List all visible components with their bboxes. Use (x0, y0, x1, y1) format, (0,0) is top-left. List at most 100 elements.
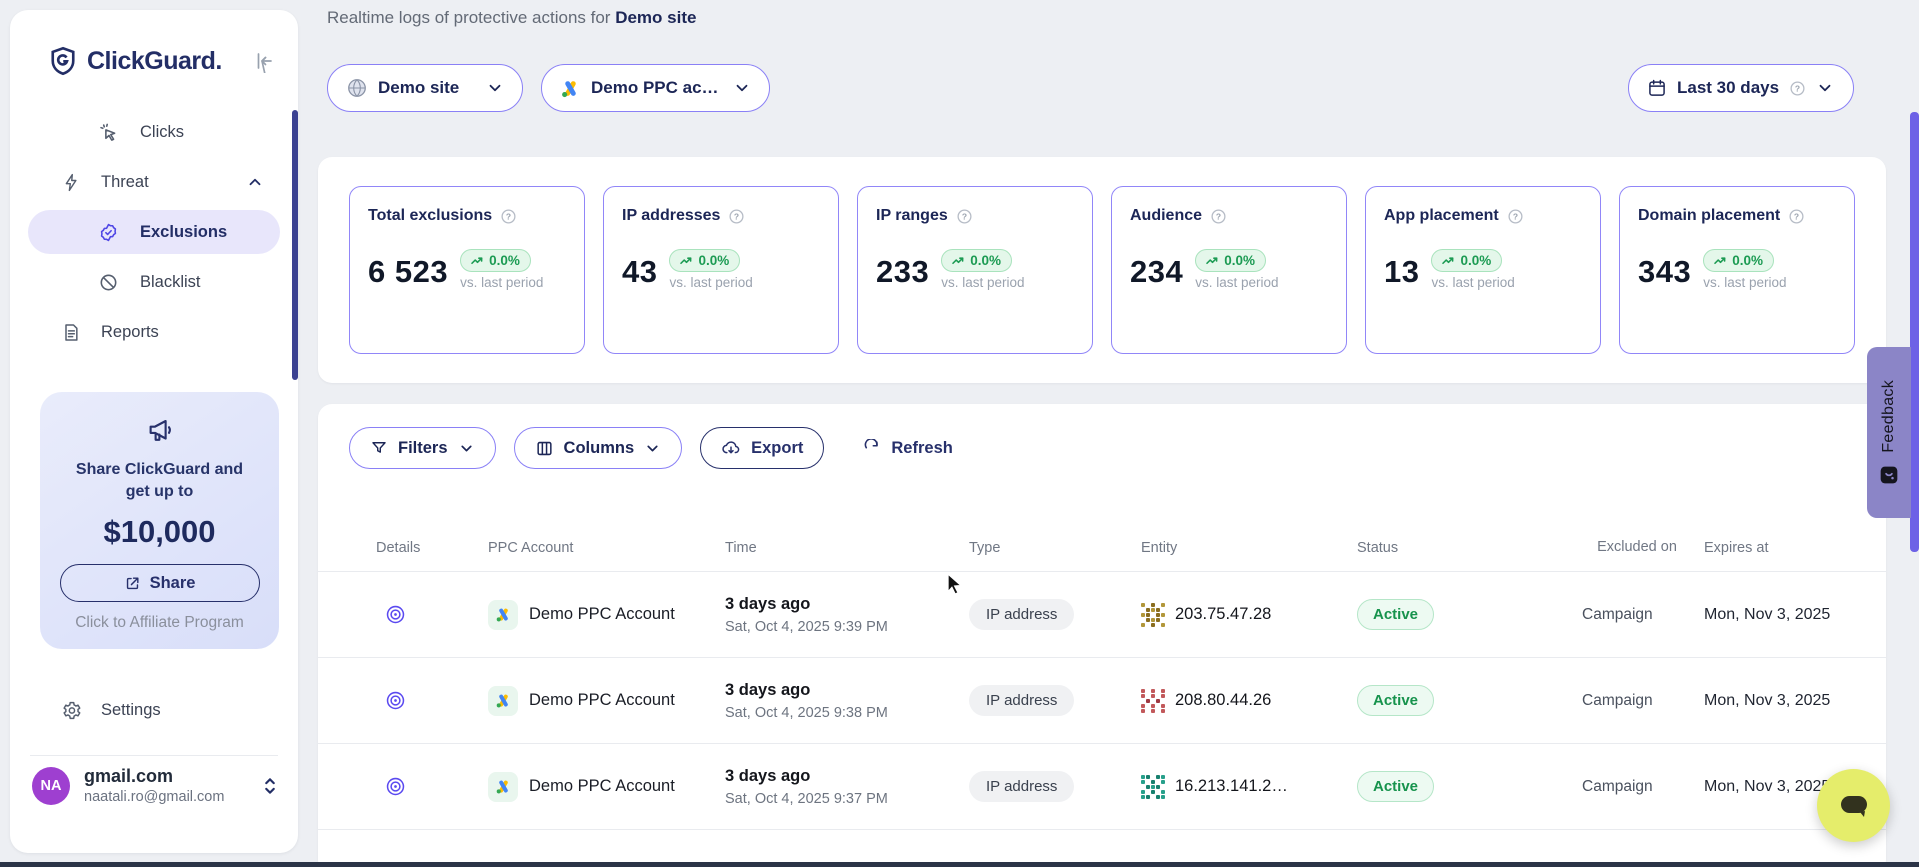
refresh-icon (862, 439, 881, 458)
entity-identicon (1141, 775, 1165, 799)
trend-up-icon (952, 255, 965, 266)
site-selector[interactable]: Demo site (327, 64, 523, 112)
sidebar-nav: Clicks Threat Exclusions Blacklist (10, 107, 298, 357)
help-icon[interactable]: ? (1210, 208, 1227, 225)
table-toolbar: Filters Columns Export Refresh (318, 404, 1886, 469)
sidebar-item-reports[interactable]: Reports (10, 307, 298, 357)
brand-name: ClickGuard. (87, 47, 252, 76)
promo-amount: $10,000 (40, 514, 279, 550)
calendar-icon (1647, 78, 1667, 98)
trend-badge: 0.0% (669, 249, 740, 272)
google-ads-icon (488, 686, 518, 716)
affiliate-promo-card: Share ClickGuard andget up to $10,000 Sh… (40, 392, 279, 649)
badge-check-icon (97, 222, 119, 243)
filters-button-label: Filters (398, 439, 448, 458)
stat-title: Audience (1130, 207, 1202, 225)
stat-card-total-exclusions: Total exclusions? 6 523 0.0% vs. last pe… (349, 186, 585, 354)
time-relative: 3 days ago (725, 681, 969, 700)
share-button[interactable]: Share (60, 564, 260, 602)
table-header-row: Details PPC Account Time Type Entity Sta… (318, 525, 1886, 571)
columns-button[interactable]: Columns (514, 427, 683, 469)
sidebar-item-label: Reports (101, 323, 159, 342)
table-row: Demo PPC Account 3 days ago Sat, Oct 4, 2… (318, 743, 1886, 829)
time-relative: 3 days ago (725, 595, 969, 614)
share-button-label: Share (150, 574, 196, 593)
sidebar-item-clicks[interactable]: Clicks (10, 107, 298, 157)
chat-launcher-button[interactable] (1817, 769, 1890, 842)
sidebar-item-blacklist[interactable]: Blacklist (10, 257, 298, 307)
sidebar-scrollbar[interactable] (292, 110, 298, 380)
site-selector-label: Demo site (378, 78, 459, 98)
chevron-up-icon[interactable] (246, 173, 264, 191)
column-header-entity: Entity (1141, 540, 1357, 556)
sidebar-collapse-icon[interactable] (252, 49, 276, 73)
export-button-label: Export (751, 439, 803, 458)
time-full: Sat, Oct 4, 2025 9:39 PM (725, 619, 969, 635)
sidebar-item-settings[interactable]: Settings (10, 685, 298, 735)
view-details-icon[interactable] (384, 689, 408, 712)
column-header-account: PPC Account (488, 540, 725, 556)
gear-icon (60, 700, 82, 721)
feedback-smiley-icon (1879, 465, 1899, 485)
help-icon[interactable]: ? (1788, 208, 1805, 225)
entity-identicon (1141, 603, 1165, 627)
chevron-down-icon (733, 79, 751, 97)
filters-button[interactable]: Filters (349, 427, 496, 469)
help-icon[interactable]: ? (956, 208, 973, 225)
trend-up-icon (680, 255, 693, 266)
google-ads-icon (488, 772, 518, 802)
svg-text:?: ? (1513, 211, 1518, 221)
stat-title: IP addresses (622, 207, 720, 225)
entity-identicon (1141, 689, 1165, 713)
table-row: Demo PPC Account 3 days agoSat, Oct 4, 2… (318, 657, 1886, 743)
time-relative: 3 days ago (725, 767, 969, 786)
ppc-account-cell: Demo PPC Account (529, 777, 675, 796)
ppc-account-selector-label: Demo PPC ac… (591, 78, 719, 98)
view-details-icon[interactable] (384, 775, 408, 798)
funnel-icon (370, 439, 388, 457)
cursor-click-icon (97, 122, 119, 143)
expires-at-cell: Mon, Nov 3, 2025 (1692, 606, 1886, 624)
stat-card-audience: Audience? 234 0.0% vs. last period (1111, 186, 1347, 354)
status-badge: Active (1357, 599, 1434, 630)
chevron-down-icon (1816, 79, 1834, 97)
stat-card-ip-ranges: IP ranges? 233 0.0% vs. last period (857, 186, 1093, 354)
entity-value: 203.75.47.28 (1175, 605, 1271, 624)
view-details-icon[interactable] (384, 603, 408, 626)
sidebar-item-exclusions[interactable]: Exclusions (28, 210, 280, 254)
trend-up-icon (1206, 255, 1219, 266)
affiliate-link[interactable]: Click to Affiliate Program (40, 614, 279, 632)
svg-text:?: ? (962, 211, 967, 221)
status-badge: Active (1357, 771, 1434, 802)
ppc-account-selector[interactable]: Demo PPC ac… (541, 64, 770, 112)
google-ads-icon (560, 78, 581, 99)
stat-card-app-placement: App placement? 13 0.0% vs. last period (1365, 186, 1601, 354)
chevron-down-icon (486, 79, 504, 97)
sidebar-item-label: Settings (101, 701, 161, 720)
page-scrollbar[interactable] (1910, 112, 1919, 552)
help-icon[interactable]: ? (1507, 208, 1524, 225)
column-header-status: Status (1357, 540, 1582, 556)
sidebar-item-label: Exclusions (140, 223, 227, 242)
time-full: Sat, Oct 4, 2025 9:37 PM (725, 791, 969, 807)
stat-caption: vs. last period (1195, 275, 1278, 290)
sidebar-item-threat[interactable]: Threat (10, 157, 298, 207)
stat-value: 234 (1130, 254, 1183, 290)
exclusions-table-panel: Filters Columns Export Refresh Details P… (318, 404, 1886, 867)
user-name: gmail.com (84, 766, 260, 787)
time-full: Sat, Oct 4, 2025 9:38 PM (725, 705, 969, 721)
help-icon[interactable]: ? (1789, 80, 1806, 97)
help-icon[interactable]: ? (500, 208, 517, 225)
feedback-tab[interactable]: Feedback (1867, 347, 1911, 518)
date-range-selector[interactable]: Last 30 days ? (1628, 64, 1854, 112)
brand-logo: ClickGuard. (10, 10, 298, 76)
refresh-button[interactable]: Refresh (842, 427, 972, 469)
user-menu[interactable]: NA gmail.com naatali.ro@gmail.com (32, 766, 280, 805)
stat-caption: vs. last period (1703, 275, 1786, 290)
chevron-up-down-icon[interactable] (260, 774, 280, 798)
clickguard-shield-icon (48, 46, 78, 76)
export-button[interactable]: Export (700, 427, 824, 469)
svg-text:?: ? (506, 211, 511, 221)
stat-title: Domain placement (1638, 207, 1780, 225)
help-icon[interactable]: ? (728, 208, 745, 225)
